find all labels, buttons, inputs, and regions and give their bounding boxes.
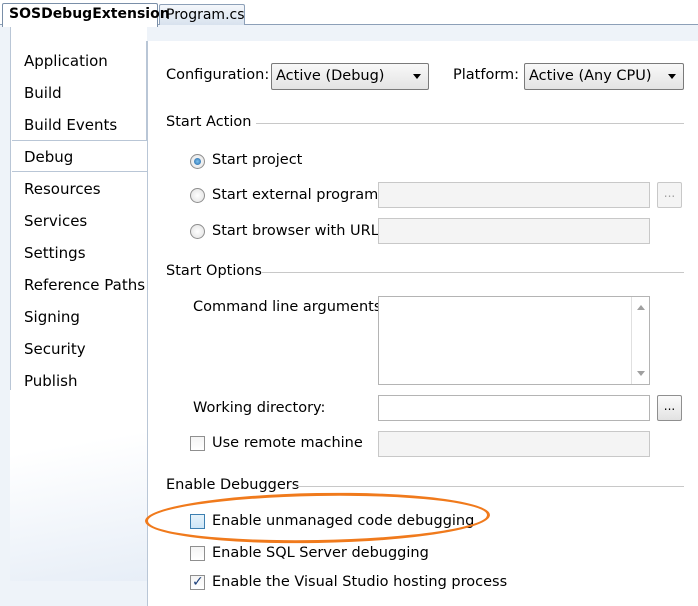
start-action-title: Start Action <box>166 114 252 130</box>
configuration-dropdown[interactable]: Active (Debug) <box>271 63 429 90</box>
section-divider <box>262 272 684 273</box>
start-external-radio[interactable] <box>190 188 205 203</box>
nav-item-settings[interactable]: Settings <box>12 237 147 269</box>
checkmark-icon: ✓ <box>192 574 204 590</box>
nav-item-signing[interactable]: Signing <box>12 301 147 333</box>
unmanaged-debugging-label: Enable unmanaged code debugging <box>212 513 475 529</box>
nav-item-build[interactable]: Build <box>12 77 147 109</box>
working-dir-browse-button[interactable]: ... <box>657 395 682 421</box>
start-options-title: Start Options <box>166 263 262 279</box>
platform-value: Active (Any CPU) <box>529 68 652 84</box>
sql-debugging-label: Enable SQL Server debugging <box>212 545 429 561</box>
browser-url-field[interactable] <box>378 218 650 244</box>
configuration-value: Active (Debug) <box>276 68 385 84</box>
working-dir-field[interactable] <box>378 395 650 421</box>
sidebar-gradient <box>10 390 147 581</box>
sidebar-edge <box>146 41 147 141</box>
nav-item-publish[interactable]: Publish <box>12 365 147 397</box>
nav-item-reference-paths[interactable]: Reference Paths <box>12 269 147 301</box>
tab-sosdebugextension[interactable]: SOSDebugExtension <box>2 3 170 27</box>
cmd-args-scrollbar[interactable] <box>631 297 649 384</box>
start-project-label: Start project <box>212 152 303 168</box>
nav-item-build-events[interactable]: Build Events <box>12 109 147 141</box>
document-tab-strip: SOSDebugExtension Program.cs <box>0 0 698 27</box>
use-remote-label: Use remote machine <box>212 435 363 451</box>
sql-debugging-checkbox[interactable] <box>190 546 205 561</box>
unmanaged-debugging-checkbox[interactable] <box>190 514 205 529</box>
hosting-process-checkbox[interactable]: ✓ <box>190 574 205 590</box>
external-program-field[interactable] <box>378 182 650 208</box>
nav-item-security[interactable]: Security <box>12 333 147 365</box>
scroll-down-icon[interactable] <box>637 371 645 376</box>
working-dir-label: Working directory: <box>193 400 326 416</box>
remote-machine-field[interactable] <box>378 431 650 457</box>
chevron-down-icon <box>413 74 421 79</box>
nav-item-debug[interactable]: Debug <box>12 140 148 172</box>
section-divider <box>296 486 684 487</box>
start-browser-label: Start browser with URL: <box>212 223 384 239</box>
nav-item-services[interactable]: Services <box>12 205 147 237</box>
enable-debuggers-title: Enable Debuggers <box>166 477 300 493</box>
chevron-down-icon <box>668 74 676 79</box>
cmd-args-label: Command line arguments: <box>193 299 387 315</box>
start-project-radio[interactable] <box>190 154 205 169</box>
start-browser-radio[interactable] <box>190 224 205 239</box>
section-divider <box>256 123 684 124</box>
start-external-label: Start external program: <box>212 187 384 203</box>
tab-program-cs[interactable]: Program.cs <box>159 4 245 25</box>
nav-item-application[interactable]: Application <box>12 45 147 77</box>
platform-dropdown[interactable]: Active (Any CPU) <box>524 63 684 90</box>
configuration-label: Configuration: <box>166 67 270 83</box>
radio-selected-dot <box>194 158 201 165</box>
hosting-process-label: Enable the Visual Studio hosting process <box>212 574 508 590</box>
scroll-up-icon[interactable] <box>637 305 645 310</box>
cmd-args-textarea[interactable] <box>378 296 650 385</box>
nav-item-resources[interactable]: Resources <box>12 173 147 205</box>
platform-label: Platform: <box>453 67 520 83</box>
external-program-browse-button[interactable]: ... <box>657 182 682 208</box>
use-remote-checkbox[interactable] <box>190 436 205 451</box>
